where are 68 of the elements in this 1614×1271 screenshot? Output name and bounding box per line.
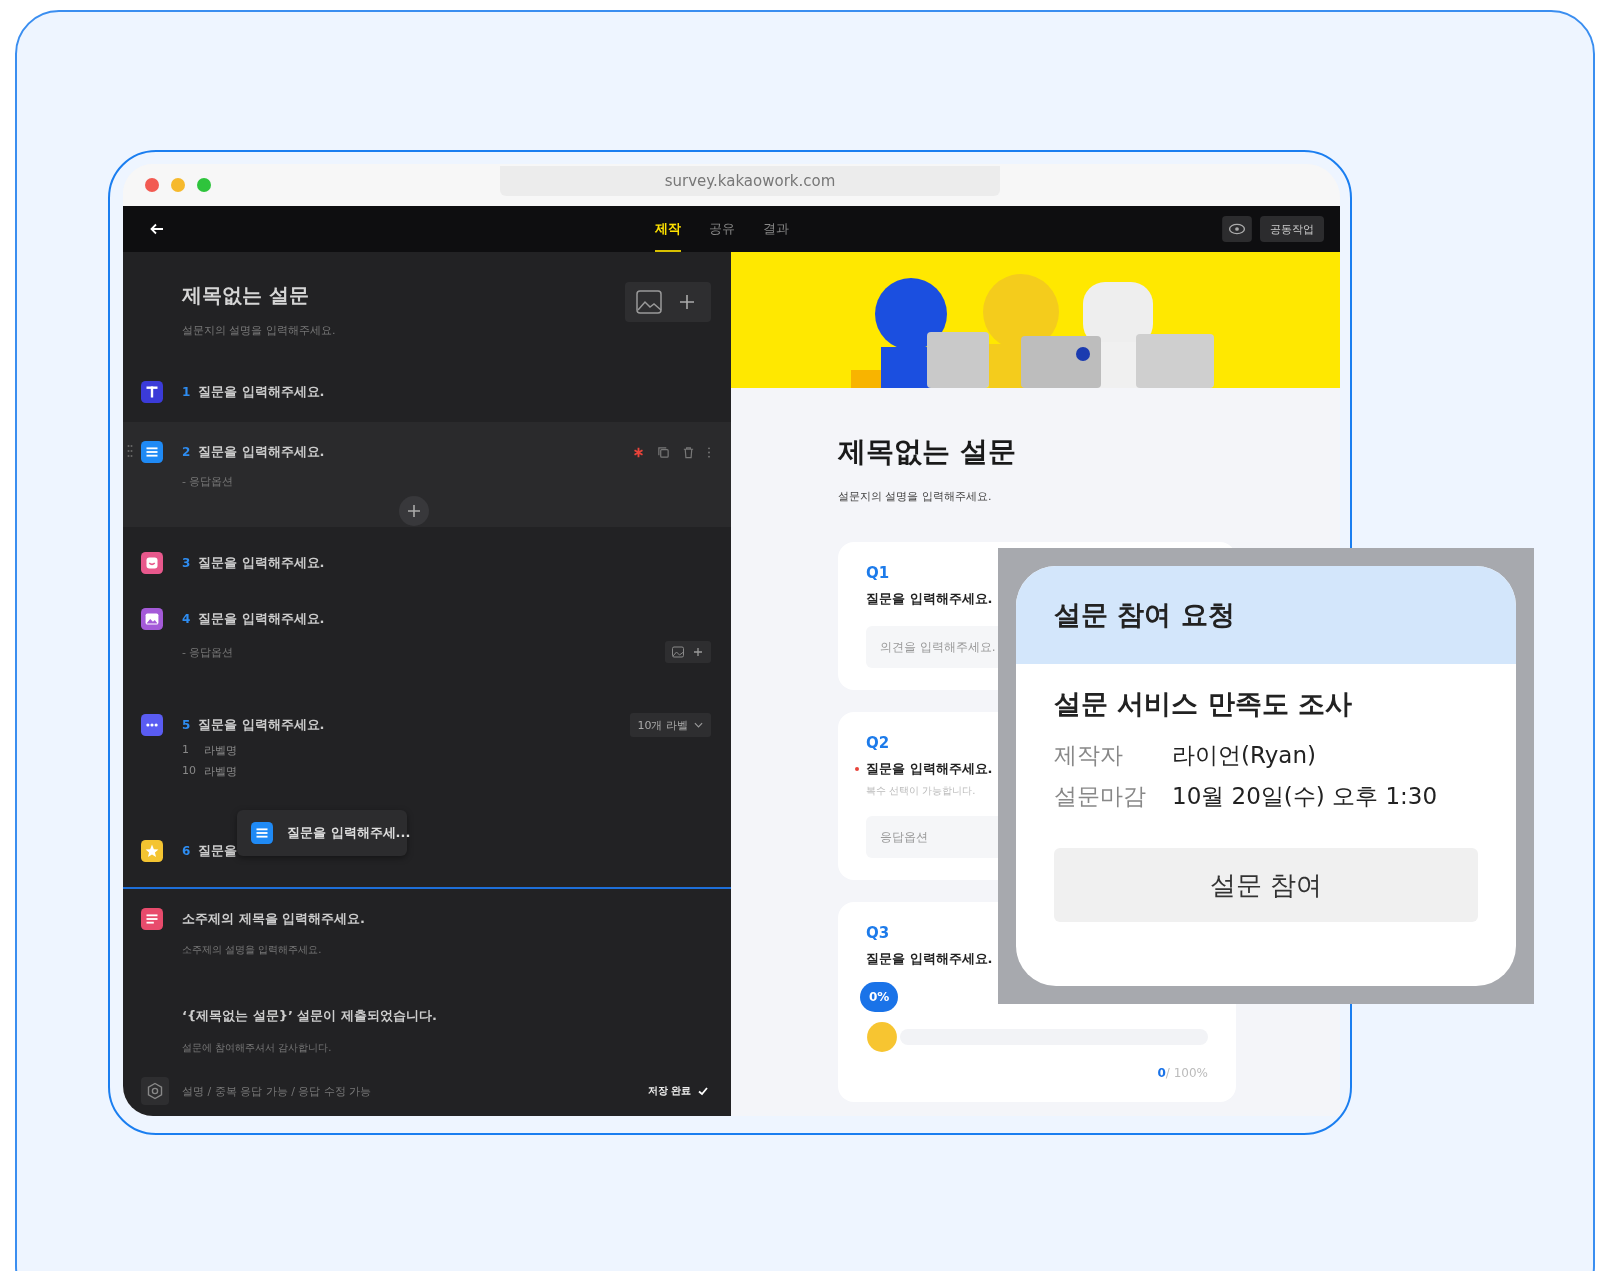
question-text: 질문을 입력해주세요. [866,950,993,968]
field-label: 제작자 [1054,741,1124,770]
nav-tab[interactable]: 결과 [763,206,789,252]
score-value: 0 [1157,1066,1166,1080]
question-number: 5 [182,718,192,732]
emoji-handle-icon[interactable] [866,1021,898,1053]
label-count-dropdown[interactable]: 10개 라벨 [629,713,711,737]
trash-icon[interactable] [682,445,695,459]
back-icon[interactable] [149,221,165,237]
question-number: 2 [182,445,192,459]
question-text[interactable]: 질문을 입력해주세요. [198,383,325,401]
drag-preview-text: 질문을 입력해주세... [287,824,411,842]
preview-icon[interactable] [1222,216,1252,242]
list-icon [251,822,273,844]
check-icon [697,1085,709,1097]
survey-name: 설문 서비스 만족도 조사 [1054,687,1354,721]
card-title: 설문 참여 요청 [1054,598,1235,632]
completion-title[interactable]: ‘{제목없는 설문}’ 설문이 제출되었습니다. [182,1007,711,1025]
question-text: 질문을 입력해주세요. [866,760,993,778]
add-question-icon[interactable] [399,496,429,526]
field-value: 10월 20일(수) 오후 1:30 [1172,782,1438,811]
scale-number: 1 [182,743,190,758]
address-bar[interactable]: survey.kakaowork.com [500,166,1000,196]
question-text[interactable]: 질문을 입력해주세요. [198,443,325,461]
question-hint: 복수 선택이 가능합니다. [866,784,976,798]
field-value: 라이언(Ryan) [1172,741,1316,770]
value-bubble: 0% [860,982,899,1012]
settings-summary: 설명 / 중복 응답 가능 / 응답 수정 가능 [182,1083,372,1099]
question-number: 4 [182,612,192,626]
question-number: 6 [182,844,192,858]
survey-description[interactable]: 설문지의 설명을 입력해주세요. [182,323,336,338]
section-description[interactable]: 소주제의 설명을 입력해주세요. [141,943,711,957]
plus-icon[interactable] [691,645,705,659]
question-text[interactable]: 질문을 입력해주세요. [198,554,325,572]
required-icon[interactable] [632,445,645,459]
drag-handle-icon[interactable] [127,444,133,458]
question-text[interactable]: 질문을 입력해주세요. [198,716,325,734]
copy-icon[interactable] [657,445,670,459]
completion-message[interactable]: 설문에 참여해주셔서 감사합니다. [182,1041,711,1055]
join-survey-button[interactable]: 설문 참여 [1054,848,1478,922]
question-text[interactable]: 질문을 [198,842,237,860]
question-label: Q1 [866,564,891,582]
question-text[interactable]: 질문을 입력해주세요. [198,610,325,628]
maximize-icon[interactable] [197,178,211,192]
survey-description: 설문지의 설명을 입력해주세요. [838,489,993,504]
scale-number: 10 [182,764,197,779]
question-number: 3 [182,556,192,570]
question-label: Q2 [866,734,891,752]
close-icon[interactable] [145,178,159,192]
settings-icon[interactable] [141,1077,169,1105]
question-item-selected[interactable]: 2 질문을 입력해주세요. - 응답옵션 [123,422,731,527]
field-label: 설문마감 [1054,782,1147,811]
scale-label[interactable]: 라벨명 [204,764,237,779]
question-number: 1 [182,385,192,399]
chevron-down-icon [694,722,703,728]
scale-label[interactable]: 라벨명 [204,743,237,758]
question-text: 질문을 입력해주세요. [866,590,993,608]
question-label: Q3 [866,924,891,942]
save-status: 저장 완료 [647,1084,691,1098]
collaborate-button[interactable]: 공동작업 [1260,216,1324,242]
survey-title: 제목없는 설문 [838,434,1017,470]
image-icon[interactable] [635,288,663,316]
score-total: / 100% [1165,1066,1208,1080]
answer-option[interactable]: - 응답옵션 [182,644,234,660]
section-title[interactable]: 소주제의 제목을 입력해주세요. [182,910,365,928]
nav-tab[interactable]: 공유 [709,206,735,252]
survey-title[interactable]: 제목없는 설문 [182,282,336,309]
image-icon[interactable] [671,645,685,659]
